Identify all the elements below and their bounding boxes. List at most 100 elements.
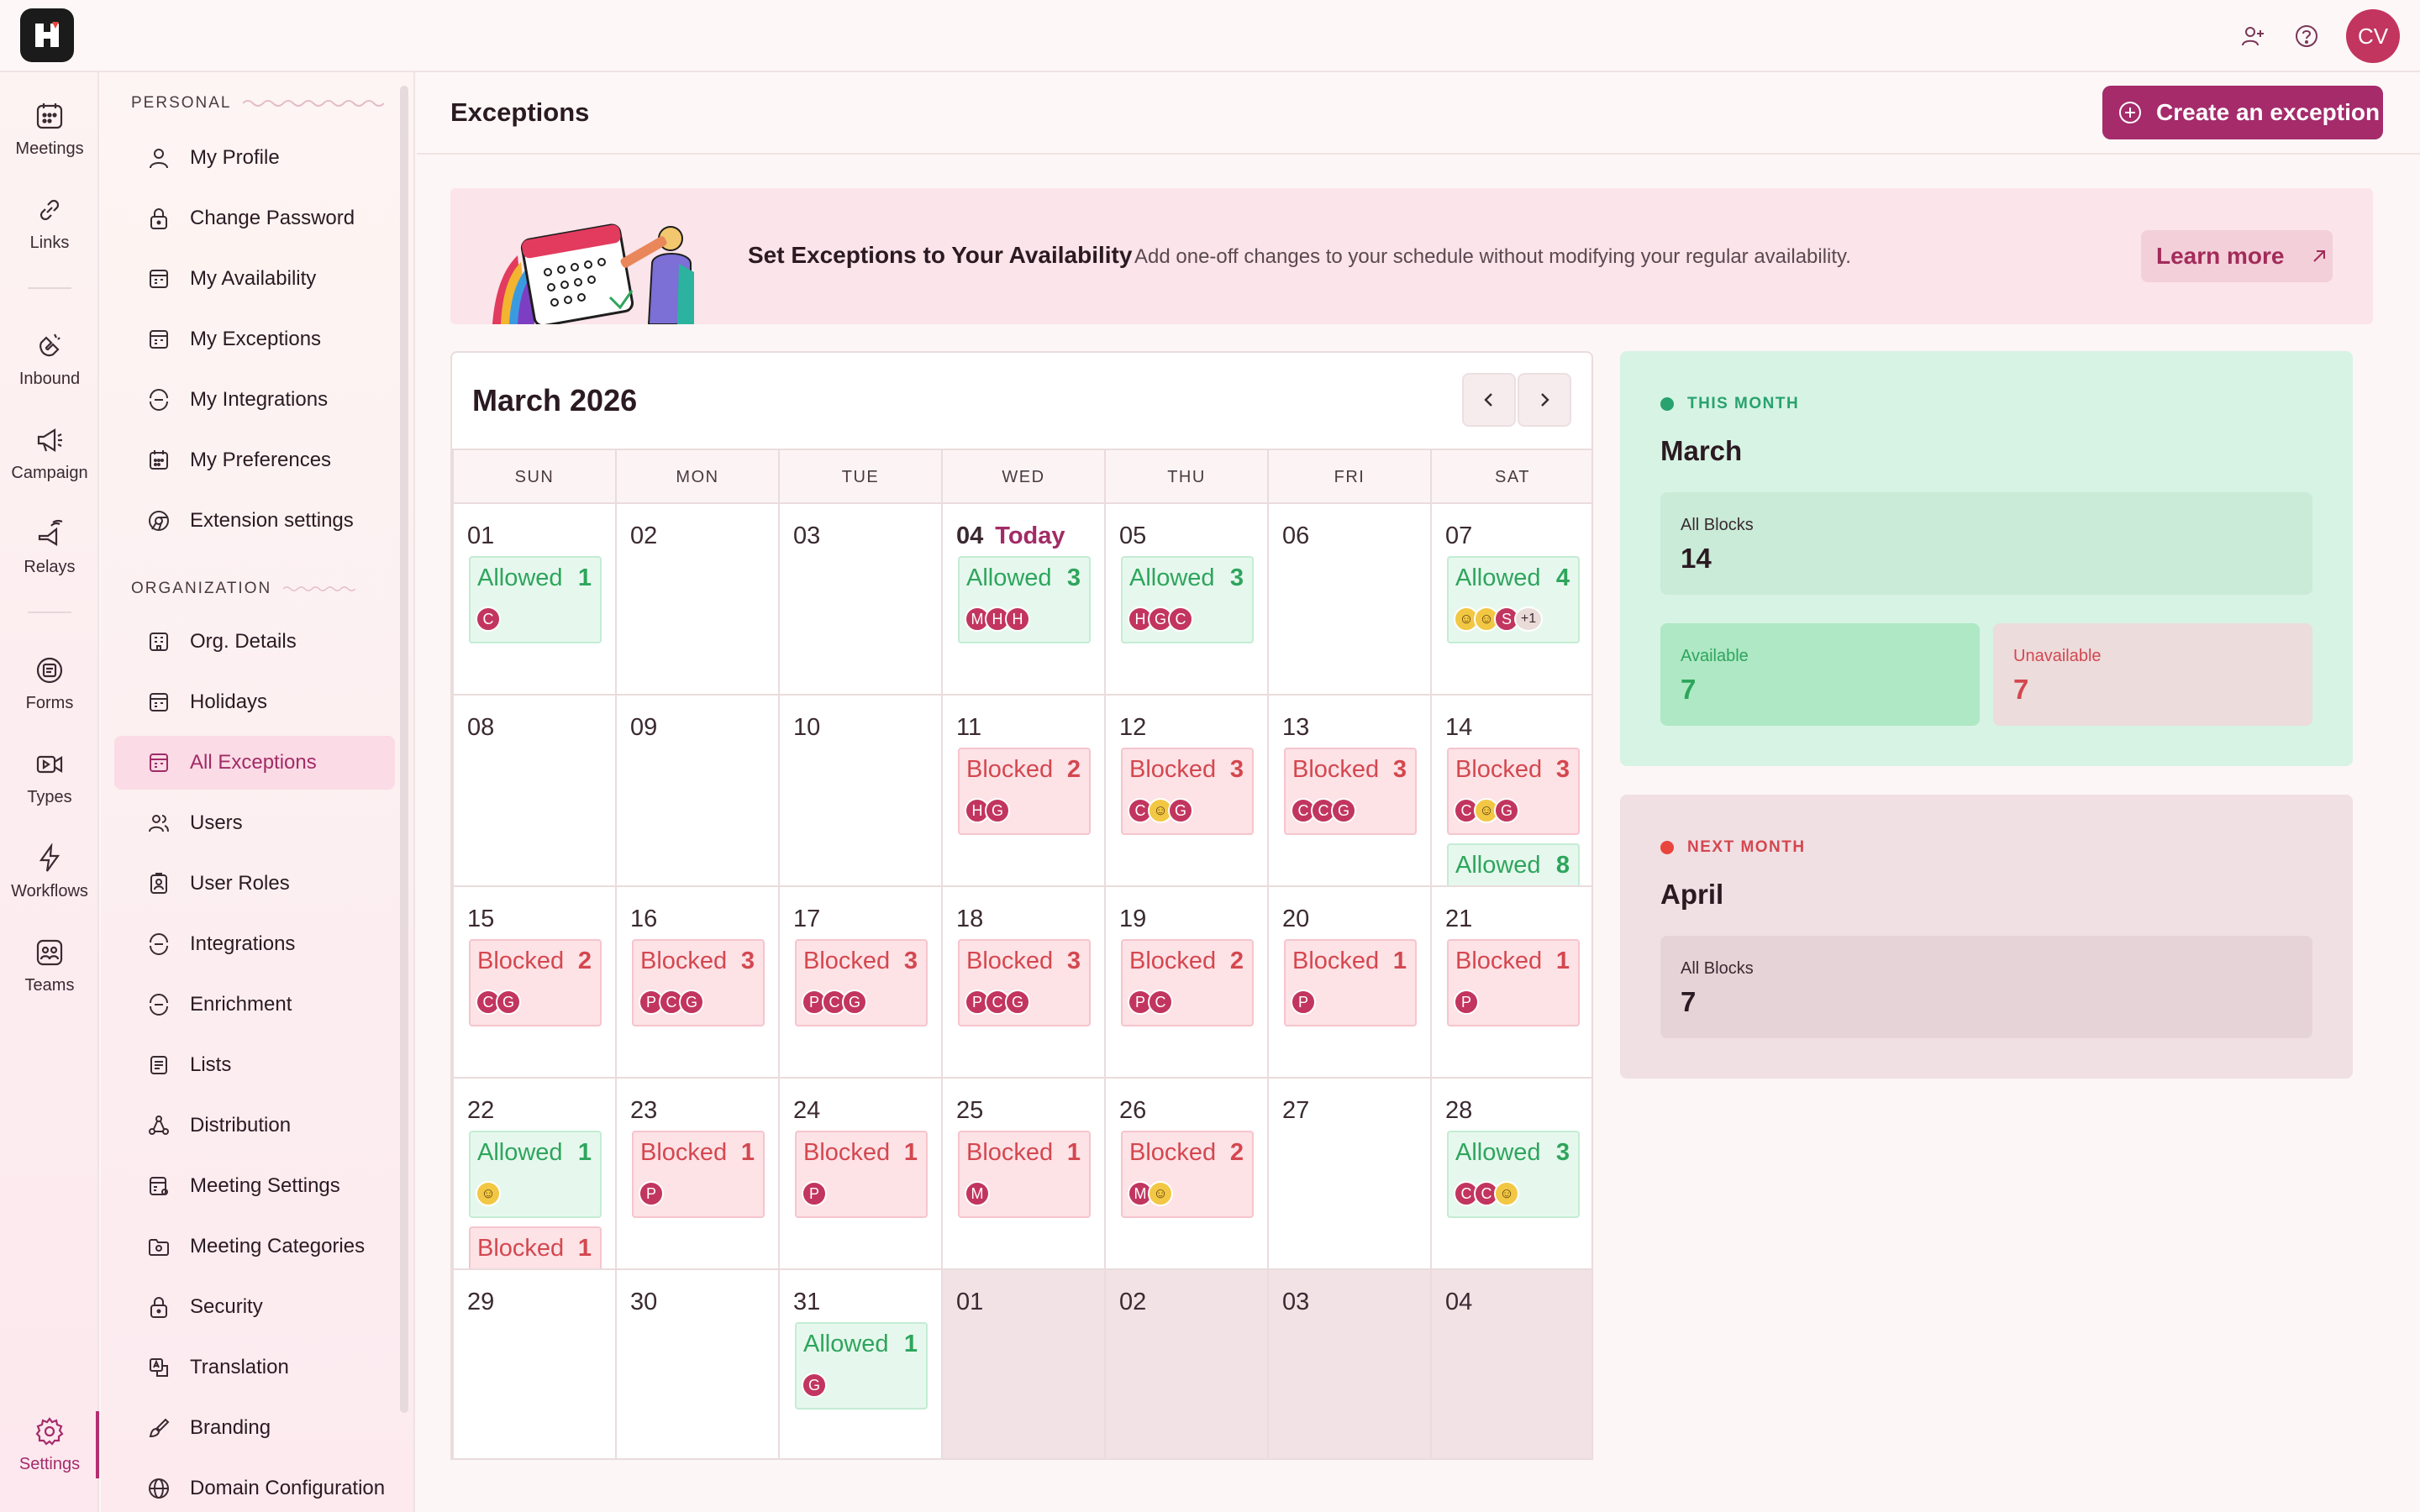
calendar-day[interactable]: 18 Blocked 3 P C G xyxy=(941,887,1104,1079)
menu-item-holidays[interactable]: Holidays xyxy=(114,675,395,729)
rail-campaign[interactable]: Campaign xyxy=(0,417,99,501)
menu-scrollbar[interactable] xyxy=(400,86,408,1413)
calendar-day[interactable]: 03 xyxy=(778,504,941,696)
calendar-day[interactable]: 02 xyxy=(615,504,778,696)
calendar-day[interactable]: 23 Blocked 1 P xyxy=(615,1079,778,1270)
calendar-day[interactable]: 25 Blocked 1 M xyxy=(941,1079,1104,1270)
calendar-day[interactable]: 19 Blocked 2 P C xyxy=(1104,887,1267,1079)
menu-item-change-password[interactable]: Change Password xyxy=(114,192,395,245)
calendar-day[interactable]: 24 Blocked 1 P xyxy=(778,1079,941,1270)
menu-item-all-exceptions[interactable]: All Exceptions xyxy=(114,736,395,790)
blocked-exception-chip[interactable]: Blocked 1 P xyxy=(1284,939,1417,1026)
allowed-exception-chip[interactable]: Allowed 1 G xyxy=(795,1322,928,1410)
calendar-day[interactable]: 21 Blocked 1 P xyxy=(1430,887,1591,1079)
menu-item-distribution[interactable]: Distribution xyxy=(114,1099,395,1152)
add-user-icon[interactable] xyxy=(2237,20,2269,52)
rail-teams[interactable]: Teams xyxy=(0,929,99,1013)
blocked-exception-chip[interactable]: Blocked 1 P xyxy=(1447,939,1580,1026)
blocked-exception-chip[interactable]: Blocked 3 C C G xyxy=(1284,748,1417,835)
rail-types[interactable]: Types xyxy=(0,741,99,825)
blocked-exception-chip[interactable]: Blocked 2 P C xyxy=(1121,939,1254,1026)
menu-item-my-profile[interactable]: My Profile xyxy=(114,131,395,185)
calendar-day[interactable]: 05 Allowed 3 H G C xyxy=(1104,504,1267,696)
calendar-day[interactable]: 02 xyxy=(1104,1270,1267,1458)
allowed-exception-chip[interactable]: Allowed 1 C xyxy=(469,556,602,643)
menu-item-user-roles[interactable]: User Roles xyxy=(114,857,395,911)
menu-item-org-details[interactable]: Org. Details xyxy=(114,615,395,669)
help-icon[interactable] xyxy=(2291,20,2323,52)
menu-item-my-availability[interactable]: My Availability xyxy=(114,252,395,306)
rail-settings[interactable]: Settings xyxy=(0,1408,99,1492)
menu-item-translation[interactable]: Translation xyxy=(114,1341,395,1394)
menu-item-my-preferences[interactable]: My Preferences xyxy=(114,433,395,487)
calendar-day[interactable]: 01 xyxy=(941,1270,1104,1458)
rail-links[interactable]: Links xyxy=(0,186,99,270)
calendar-day[interactable]: 06 xyxy=(1267,504,1430,696)
allowed-exception-chip[interactable]: Allowed 3 M H H xyxy=(958,556,1091,643)
blocked-exception-chip[interactable]: Blocked 2 C G xyxy=(469,939,602,1026)
next-month-button[interactable] xyxy=(1518,373,1571,427)
rail-workflows[interactable]: Workflows xyxy=(0,835,99,919)
calendar-day[interactable]: 30 xyxy=(615,1270,778,1458)
calendar-day[interactable]: 08 xyxy=(452,696,615,887)
rail-inbound[interactable]: Inbound xyxy=(0,323,99,407)
menu-item-branding[interactable]: Branding xyxy=(114,1401,395,1455)
allowed-exception-chip[interactable]: Allowed 4 ☺ ☺ S +1 xyxy=(1447,556,1580,643)
blocked-exception-chip[interactable]: Blocked 3 P C G xyxy=(795,939,928,1026)
calendar-day[interactable]: 12 Blocked 3 C ☺ G xyxy=(1104,696,1267,887)
allowed-exception-chip[interactable]: Allowed 8 xyxy=(1447,843,1580,885)
blocked-exception-chip[interactable]: Blocked 3 P C G xyxy=(958,939,1091,1026)
blocked-exception-chip[interactable]: Blocked 1 M xyxy=(958,1131,1091,1218)
menu-item-meeting-categories[interactable]: Meeting Categories xyxy=(114,1220,395,1273)
calendar-day[interactable]: 27 xyxy=(1267,1079,1430,1270)
menu-item-domain-configuration[interactable]: Domain Configuration xyxy=(114,1462,395,1512)
menu-item-meeting-settings[interactable]: Meeting Settings xyxy=(114,1159,395,1213)
blocked-exception-chip[interactable]: Blocked 3 C ☺ G xyxy=(1447,748,1580,835)
calendar-day[interactable]: 09 xyxy=(615,696,778,887)
menu-item-security[interactable]: Security xyxy=(114,1280,395,1334)
menu-item-lists[interactable]: Lists xyxy=(114,1038,395,1092)
calendar-day[interactable]: 10 xyxy=(778,696,941,887)
calendar-day[interactable]: 17 Blocked 3 P C G xyxy=(778,887,941,1079)
menu-item-my-exceptions[interactable]: My Exceptions xyxy=(114,312,395,366)
blocked-exception-chip[interactable]: Blocked 2 H G xyxy=(958,748,1091,835)
rail-meetings[interactable]: Meetings xyxy=(0,92,99,176)
calendar-day[interactable]: 14 Blocked 3 C ☺ G Allowed 8 xyxy=(1430,696,1591,887)
blocked-exception-chip[interactable]: Blocked 3 C ☺ G xyxy=(1121,748,1254,835)
create-exception-button[interactable]: Create an exception xyxy=(2102,86,2383,139)
calendar-day[interactable]: 20 Blocked 1 P xyxy=(1267,887,1430,1079)
app-logo[interactable] xyxy=(20,8,74,62)
rail-relays[interactable]: Relays xyxy=(0,511,99,595)
allowed-exception-chip[interactable]: Allowed 3 H G C xyxy=(1121,556,1254,643)
blocked-exception-chip[interactable]: Blocked 1 P xyxy=(795,1131,928,1218)
rail-forms[interactable]: Forms xyxy=(0,647,99,731)
calendar-day[interactable]: 07 Allowed 4 ☺ ☺ S +1 xyxy=(1430,504,1591,696)
calendar-day[interactable]: 15 Blocked 2 C G xyxy=(452,887,615,1079)
allowed-exception-chip[interactable]: Allowed 3 C C ☺ xyxy=(1447,1131,1580,1218)
calendar-day[interactable]: 13 Blocked 3 C C G xyxy=(1267,696,1430,887)
menu-item-integrations[interactable]: Integrations xyxy=(114,917,395,971)
menu-item-extension-settings[interactable]: Extension settings xyxy=(114,494,395,548)
calendar-day[interactable]: 28 Allowed 3 C C ☺ xyxy=(1430,1079,1591,1270)
menu-item-my-integrations[interactable]: My Integrations xyxy=(114,373,395,427)
blocked-exception-chip[interactable]: Blocked 1 P xyxy=(632,1131,765,1218)
blocked-exception-chip[interactable]: Blocked 2 M ☺ xyxy=(1121,1131,1254,1218)
learn-more-button[interactable]: Learn more xyxy=(2141,230,2333,282)
calendar-day[interactable]: 04 xyxy=(1430,1270,1591,1458)
calendar-day[interactable]: 31 Allowed 1 G xyxy=(778,1270,941,1458)
calendar-day[interactable]: 16 Blocked 3 P C G xyxy=(615,887,778,1079)
calendar-day[interactable]: 29 xyxy=(452,1270,615,1458)
allowed-exception-chip[interactable]: Allowed 1 ☺ xyxy=(469,1131,602,1218)
calendar-day[interactable]: 11 Blocked 2 H G xyxy=(941,696,1104,887)
user-avatar[interactable]: CV xyxy=(2346,9,2400,63)
previous-month-button[interactable] xyxy=(1462,373,1516,427)
calendar-day[interactable]: 26 Blocked 2 M ☺ xyxy=(1104,1079,1267,1270)
blocked-exception-chip[interactable]: Blocked 3 P C G xyxy=(632,939,765,1026)
calendar-day[interactable]: 22 Allowed 1 ☺ Blocked 1 xyxy=(452,1079,615,1270)
calendar-day[interactable]: 03 xyxy=(1267,1270,1430,1458)
menu-item-users[interactable]: Users xyxy=(114,796,395,850)
blocked-exception-chip[interactable]: Blocked 1 xyxy=(469,1226,602,1268)
calendar-day[interactable]: 04 Today Allowed 3 M H H xyxy=(941,504,1104,696)
menu-item-enrichment[interactable]: Enrichment xyxy=(114,978,395,1032)
calendar-day[interactable]: 01 Allowed 1 C xyxy=(452,504,615,696)
